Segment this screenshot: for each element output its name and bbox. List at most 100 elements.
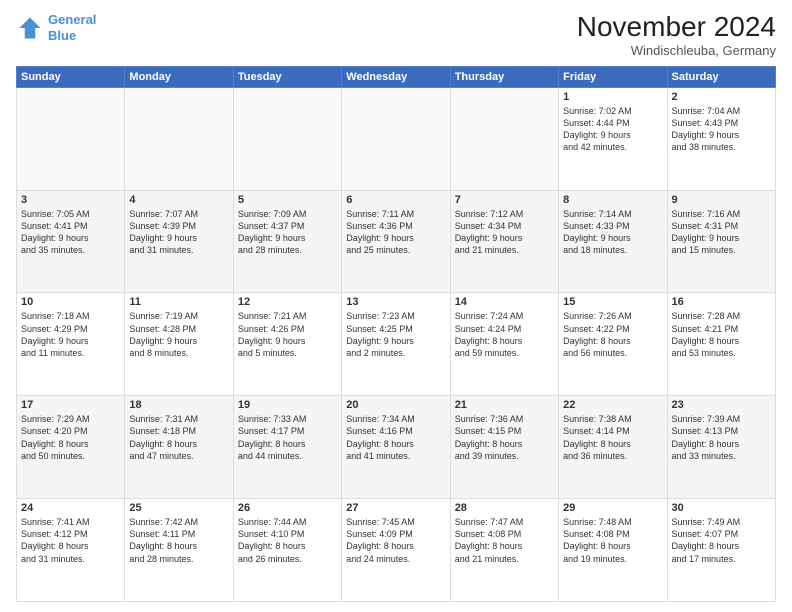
day-info: Sunrise: 7:24 AM Sunset: 4:24 PM Dayligh… bbox=[455, 310, 554, 359]
day-number: 14 bbox=[455, 296, 554, 308]
day-info: Sunrise: 7:09 AM Sunset: 4:37 PM Dayligh… bbox=[238, 208, 337, 257]
day-info: Sunrise: 7:42 AM Sunset: 4:11 PM Dayligh… bbox=[129, 516, 228, 565]
day-number: 24 bbox=[21, 502, 120, 514]
day-cell bbox=[17, 87, 125, 190]
day-info: Sunrise: 7:26 AM Sunset: 4:22 PM Dayligh… bbox=[563, 310, 662, 359]
day-cell bbox=[125, 87, 233, 190]
day-cell: 11 Sunrise: 7:19 AM Sunset: 4:28 PM Dayli… bbox=[125, 293, 233, 396]
day-info: Sunrise: 7:33 AM Sunset: 4:17 PM Dayligh… bbox=[238, 413, 337, 462]
day-cell: 22Sunrise: 7:38 AM Sunset: 4:14 PM Dayli… bbox=[559, 396, 667, 499]
day-cell: 30 Sunrise: 7:49 AM Sunset: 4:07 PM Dayli… bbox=[667, 499, 775, 602]
day-cell: 1 Sunrise: 7:02 AM Sunset: 4:44 PM Daylig… bbox=[559, 87, 667, 190]
weekday-wednesday: Wednesday bbox=[342, 66, 450, 87]
week-row-4: 24 Sunrise: 7:41 AM Sunset: 4:12 PM Dayli… bbox=[17, 499, 776, 602]
weekday-sunday: Sunday bbox=[17, 66, 125, 87]
day-cell: 3Sunrise: 7:05 AM Sunset: 4:41 PM Daylig… bbox=[17, 190, 125, 293]
day-info: Sunrise: 7:49 AM Sunset: 4:07 PM Dayligh… bbox=[672, 516, 771, 565]
day-cell: 4Sunrise: 7:07 AM Sunset: 4:39 PM Daylig… bbox=[125, 190, 233, 293]
day-cell: 23Sunrise: 7:39 AM Sunset: 4:13 PM Dayli… bbox=[667, 396, 775, 499]
day-info: Sunrise: 7:44 AM Sunset: 4:10 PM Dayligh… bbox=[238, 516, 337, 565]
day-number: 19 bbox=[238, 399, 337, 411]
day-cell: 20 Sunrise: 7:34 AM Sunset: 4:16 PM Dayli… bbox=[342, 396, 450, 499]
day-number: 4 bbox=[129, 194, 228, 206]
day-info: Sunrise: 7:02 AM Sunset: 4:44 PM Dayligh… bbox=[563, 105, 662, 154]
day-info: Sunrise: 7:48 AM Sunset: 4:08 PM Dayligh… bbox=[563, 516, 662, 565]
day-cell: 15Sunrise: 7:26 AM Sunset: 4:22 PM Dayli… bbox=[559, 293, 667, 396]
day-info: Sunrise: 7:34 AM Sunset: 4:16 PM Dayligh… bbox=[346, 413, 445, 462]
day-cell bbox=[342, 87, 450, 190]
day-number: 17 bbox=[21, 399, 120, 411]
day-number: 11 bbox=[129, 296, 228, 308]
day-info: Sunrise: 7:23 AM Sunset: 4:25 PM Dayligh… bbox=[346, 310, 445, 359]
day-info: Sunrise: 7:47 AM Sunset: 4:08 PM Dayligh… bbox=[455, 516, 554, 565]
day-info: Sunrise: 7:18 AM Sunset: 4:29 PM Dayligh… bbox=[21, 310, 120, 359]
logo-line2: Blue bbox=[48, 28, 76, 43]
day-cell: 5 Sunrise: 7:09 AM Sunset: 4:37 PM Daylig… bbox=[233, 190, 341, 293]
day-cell: 21Sunrise: 7:36 AM Sunset: 4:15 PM Dayli… bbox=[450, 396, 558, 499]
day-number: 30 bbox=[672, 502, 771, 514]
month-title: November 2024 bbox=[577, 12, 776, 43]
day-cell: 18Sunrise: 7:31 AM Sunset: 4:18 PM Dayli… bbox=[125, 396, 233, 499]
day-number: 13 bbox=[346, 296, 445, 308]
day-cell: 28 Sunrise: 7:47 AM Sunset: 4:08 PM Dayli… bbox=[450, 499, 558, 602]
day-number: 10 bbox=[21, 296, 120, 308]
day-cell: 2 Sunrise: 7:04 AM Sunset: 4:43 PM Daylig… bbox=[667, 87, 775, 190]
logo-icon bbox=[16, 14, 44, 42]
day-cell: 13 Sunrise: 7:23 AM Sunset: 4:25 PM Dayli… bbox=[342, 293, 450, 396]
day-number: 20 bbox=[346, 399, 445, 411]
day-info: Sunrise: 7:04 AM Sunset: 4:43 PM Dayligh… bbox=[672, 105, 771, 154]
day-number: 5 bbox=[238, 194, 337, 206]
logo-line1: General bbox=[48, 12, 96, 27]
day-info: Sunrise: 7:19 AM Sunset: 4:28 PM Dayligh… bbox=[129, 310, 228, 359]
day-number: 16 bbox=[672, 296, 771, 308]
day-info: Sunrise: 7:39 AM Sunset: 4:13 PM Dayligh… bbox=[672, 413, 771, 462]
day-number: 28 bbox=[455, 502, 554, 514]
header: General Blue November 2024 Windischleuba… bbox=[16, 12, 776, 58]
logo: General Blue bbox=[16, 12, 96, 43]
day-cell bbox=[233, 87, 341, 190]
day-info: Sunrise: 7:05 AM Sunset: 4:41 PM Dayligh… bbox=[21, 208, 120, 257]
week-row-0: 1 Sunrise: 7:02 AM Sunset: 4:44 PM Daylig… bbox=[17, 87, 776, 190]
logo-text: General Blue bbox=[48, 12, 96, 43]
calendar-header: SundayMondayTuesdayWednesdayThursdayFrid… bbox=[17, 66, 776, 87]
weekday-thursday: Thursday bbox=[450, 66, 558, 87]
weekday-monday: Monday bbox=[125, 66, 233, 87]
day-number: 2 bbox=[672, 91, 771, 103]
day-number: 25 bbox=[129, 502, 228, 514]
day-cell: 26 Sunrise: 7:44 AM Sunset: 4:10 PM Dayli… bbox=[233, 499, 341, 602]
day-info: Sunrise: 7:21 AM Sunset: 4:26 PM Dayligh… bbox=[238, 310, 337, 359]
week-row-3: 17Sunrise: 7:29 AM Sunset: 4:20 PM Dayli… bbox=[17, 396, 776, 499]
day-info: Sunrise: 7:41 AM Sunset: 4:12 PM Dayligh… bbox=[21, 516, 120, 565]
day-info: Sunrise: 7:12 AM Sunset: 4:34 PM Dayligh… bbox=[455, 208, 554, 257]
day-cell: 19 Sunrise: 7:33 AM Sunset: 4:17 PM Dayli… bbox=[233, 396, 341, 499]
day-cell: 24 Sunrise: 7:41 AM Sunset: 4:12 PM Dayli… bbox=[17, 499, 125, 602]
day-cell bbox=[450, 87, 558, 190]
day-info: Sunrise: 7:16 AM Sunset: 4:31 PM Dayligh… bbox=[672, 208, 771, 257]
day-info: Sunrise: 7:45 AM Sunset: 4:09 PM Dayligh… bbox=[346, 516, 445, 565]
day-info: Sunrise: 7:36 AM Sunset: 4:15 PM Dayligh… bbox=[455, 413, 554, 462]
day-cell: 6Sunrise: 7:11 AM Sunset: 4:36 PM Daylig… bbox=[342, 190, 450, 293]
location: Windischleuba, Germany bbox=[577, 43, 776, 58]
day-number: 12 bbox=[238, 296, 337, 308]
calendar: SundayMondayTuesdayWednesdayThursdayFrid… bbox=[16, 66, 776, 602]
weekday-friday: Friday bbox=[559, 66, 667, 87]
calendar-body: 1 Sunrise: 7:02 AM Sunset: 4:44 PM Daylig… bbox=[17, 87, 776, 601]
page: General Blue November 2024 Windischleuba… bbox=[0, 0, 792, 612]
day-cell: 9 Sunrise: 7:16 AM Sunset: 4:31 PM Daylig… bbox=[667, 190, 775, 293]
day-cell: 12 Sunrise: 7:21 AM Sunset: 4:26 PM Dayli… bbox=[233, 293, 341, 396]
day-cell: 14 Sunrise: 7:24 AM Sunset: 4:24 PM Dayli… bbox=[450, 293, 558, 396]
day-number: 1 bbox=[563, 91, 662, 103]
day-info: Sunrise: 7:38 AM Sunset: 4:14 PM Dayligh… bbox=[563, 413, 662, 462]
day-number: 9 bbox=[672, 194, 771, 206]
weekday-saturday: Saturday bbox=[667, 66, 775, 87]
day-number: 8 bbox=[563, 194, 662, 206]
day-info: Sunrise: 7:11 AM Sunset: 4:36 PM Dayligh… bbox=[346, 208, 445, 257]
day-number: 26 bbox=[238, 502, 337, 514]
day-info: Sunrise: 7:28 AM Sunset: 4:21 PM Dayligh… bbox=[672, 310, 771, 359]
day-number: 7 bbox=[455, 194, 554, 206]
title-block: November 2024 Windischleuba, Germany bbox=[577, 12, 776, 58]
weekday-tuesday: Tuesday bbox=[233, 66, 341, 87]
day-cell: 7 Sunrise: 7:12 AM Sunset: 4:34 PM Daylig… bbox=[450, 190, 558, 293]
day-cell: 25 Sunrise: 7:42 AM Sunset: 4:11 PM Dayli… bbox=[125, 499, 233, 602]
day-number: 27 bbox=[346, 502, 445, 514]
